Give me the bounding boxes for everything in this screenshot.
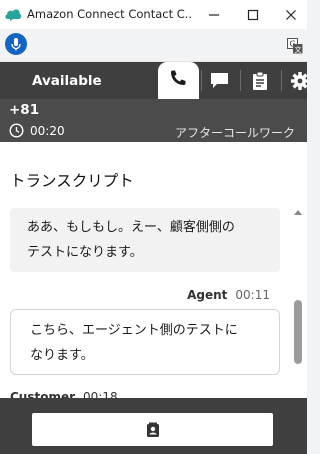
phone-icon [171,70,186,85]
transcript-title: トランスクリプト [10,172,134,190]
minimize-icon [209,13,219,16]
minimize-button[interactable] [195,0,233,29]
maximize-button[interactable] [234,0,272,29]
browser-toolbar [0,29,307,62]
cloud-icon [5,9,22,21]
scrollbar-thumb[interactable] [294,300,302,364]
clock-icon [9,123,24,138]
maximize-icon [247,9,259,20]
scroll-up-arrow[interactable] [293,208,303,216]
chat-icon[interactable] [210,71,229,90]
gear-icon[interactable] [290,71,308,91]
message-line: テストになります。 [27,245,143,260]
quick-connect-button[interactable] [32,413,273,446]
message-line: ああ、もしもし。えー、顧客側側の [27,220,235,235]
speaker-label: Agent [187,288,228,302]
agent-message-meta: Agent 00:11 [187,288,270,302]
agent-message: こちら、エージェント側のテストに なります。 [10,309,280,375]
tab-divider [201,70,202,91]
tab-divider [240,70,241,91]
svg-text:文: 文 [295,45,302,54]
tab-divider [281,70,282,91]
contact-number: +81 [9,102,40,118]
message-line: こちら、エージェント側のテストに [30,323,238,338]
ccp-window: Amazon Connect Contact C... G 文 Availabl… [0,0,308,454]
contact-timer: 00:20 [30,124,65,138]
agent-status[interactable]: Available [32,73,102,89]
tab-phone[interactable] [158,62,199,99]
microphone-icon [11,38,21,51]
contact-card-icon [146,422,159,437]
message-time: 00:11 [235,288,270,302]
close-icon [286,9,296,20]
title-bar[interactable]: Amazon Connect Contact C... [0,0,307,29]
microphone-button[interactable] [5,33,27,55]
clipboard-icon[interactable] [251,71,269,91]
translate-icon[interactable]: G 文 [287,38,303,54]
message-line: なります。 [30,348,94,363]
customer-message: ああ、もしもし。えー、顧客側側の テストになります。 [10,208,280,272]
contact-state: アフターコールワーク [174,126,295,140]
window-title: Amazon Connect Contact C... [27,7,192,21]
close-button[interactable] [272,0,310,29]
